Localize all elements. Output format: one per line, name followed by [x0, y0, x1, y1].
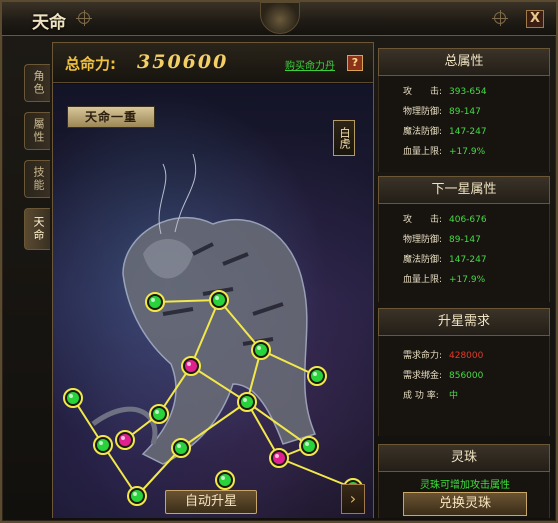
total-attr-row: 血量上限: +17.9% — [403, 147, 486, 157]
total-attr-body: 攻 击: 393-654 物理防御: 89-147 魔法防御: 147-247 血量上… — [378, 76, 550, 172]
title-bar: 天命 X — [2, 2, 556, 36]
constellation-star-node[interactable] — [93, 435, 113, 455]
constellation-star-node[interactable] — [209, 290, 229, 310]
spirit-orb-body: 灵珠可增加攻击属性 兑换灵珠 — [378, 472, 550, 518]
constellation-star-node[interactable] — [145, 292, 165, 312]
help-button[interactable]: ? — [347, 55, 363, 71]
tab-destiny[interactable]: 天命 — [24, 208, 50, 250]
constellation-star-node[interactable] — [215, 470, 235, 490]
constellation-star-node[interactable] — [237, 392, 257, 412]
attributes-panel: 总属性 攻 击: 393-654 物理防御: 89-147 魔法防御: 147-247… — [378, 42, 550, 518]
total-attr-row: 攻 击: 393-654 — [403, 87, 487, 97]
spirit-orb-header: 灵珠 — [378, 444, 550, 472]
constellation-window: 天命 X 角色 屬性 技能 天命 总命力: 350600 购买命力丹 ? 天命一… — [0, 0, 558, 523]
next-attr-row: 攻 击: 406-676 — [403, 215, 487, 225]
total-attr-header: 总属性 — [378, 48, 550, 76]
ornament-icon — [76, 10, 92, 26]
next-attr-row: 物理防御: 89-147 — [403, 235, 481, 245]
constellation-panel: 总命力: 350600 购买命力丹 ? 天命一重 白虎 自动升星 › — [52, 42, 374, 518]
constellation-scene: 天命一重 白虎 自动升星 › — [53, 84, 373, 518]
upgrade-req-row: 需求绑金: 856000 — [403, 371, 484, 381]
tab-character[interactable]: 角色 — [24, 64, 50, 102]
crest-icon — [260, 2, 300, 34]
constellation-star-node[interactable] — [63, 388, 83, 408]
side-tabs: 角色 屬性 技能 天命 — [24, 64, 50, 260]
tab-skills[interactable]: 技能 — [24, 160, 50, 198]
upgrade-req-header: 升星需求 — [378, 308, 550, 336]
tiger-artwork — [63, 153, 363, 506]
stage-label: 天命一重 — [67, 106, 155, 128]
power-value: 350600 — [137, 51, 229, 73]
upgrade-req-row: 成 功 率: 中 — [403, 391, 459, 401]
beast-label: 白虎 — [333, 120, 355, 156]
next-attr-body: 攻 击: 406-676 物理防御: 89-147 魔法防御: 147-247 血量上… — [378, 204, 550, 302]
next-attr-row: 魔法防御: 147-247 — [403, 255, 487, 265]
constellation-star-node[interactable] — [115, 430, 135, 450]
power-label: 总命力: — [65, 55, 116, 73]
total-attr-row: 物理防御: 89-147 — [403, 107, 481, 117]
next-attr-row: 血量上限: +17.9% — [403, 275, 486, 285]
next-arrow-button[interactable]: › — [341, 484, 365, 514]
window-title: 天命 — [32, 13, 66, 33]
constellation-star-node[interactable] — [127, 486, 147, 506]
next-attr-header: 下一星属性 — [378, 176, 550, 204]
constellation-star-node[interactable] — [299, 436, 319, 456]
constellation-star-node[interactable] — [149, 404, 169, 424]
tab-attributes[interactable]: 屬性 — [24, 112, 50, 150]
power-bar: 总命力: 350600 购买命力丹 ? — [53, 43, 373, 83]
ornament-icon — [492, 10, 508, 26]
close-button[interactable]: X — [526, 10, 544, 28]
auto-upgrade-button[interactable]: 自动升星 — [165, 490, 257, 514]
constellation-star-node[interactable] — [307, 366, 327, 386]
constellation-star-node[interactable] — [269, 448, 289, 468]
exchange-orb-button[interactable]: 兑换灵珠 — [403, 492, 527, 516]
constellation-star-node[interactable] — [251, 340, 271, 360]
constellation-star-node[interactable] — [181, 356, 201, 376]
total-attr-row: 魔法防御: 147-247 — [403, 127, 487, 137]
buy-power-pill-link[interactable]: 购买命力丹 — [285, 57, 335, 72]
spirit-orb-description: 灵珠可增加攻击属性 — [420, 480, 510, 491]
upgrade-req-body: 需求命力: 428000 需求绑金: 856000 成 功 率: 中 — [378, 336, 550, 436]
upgrade-req-row: 需求命力: 428000 — [403, 351, 484, 361]
constellation-star-node[interactable] — [171, 438, 191, 458]
